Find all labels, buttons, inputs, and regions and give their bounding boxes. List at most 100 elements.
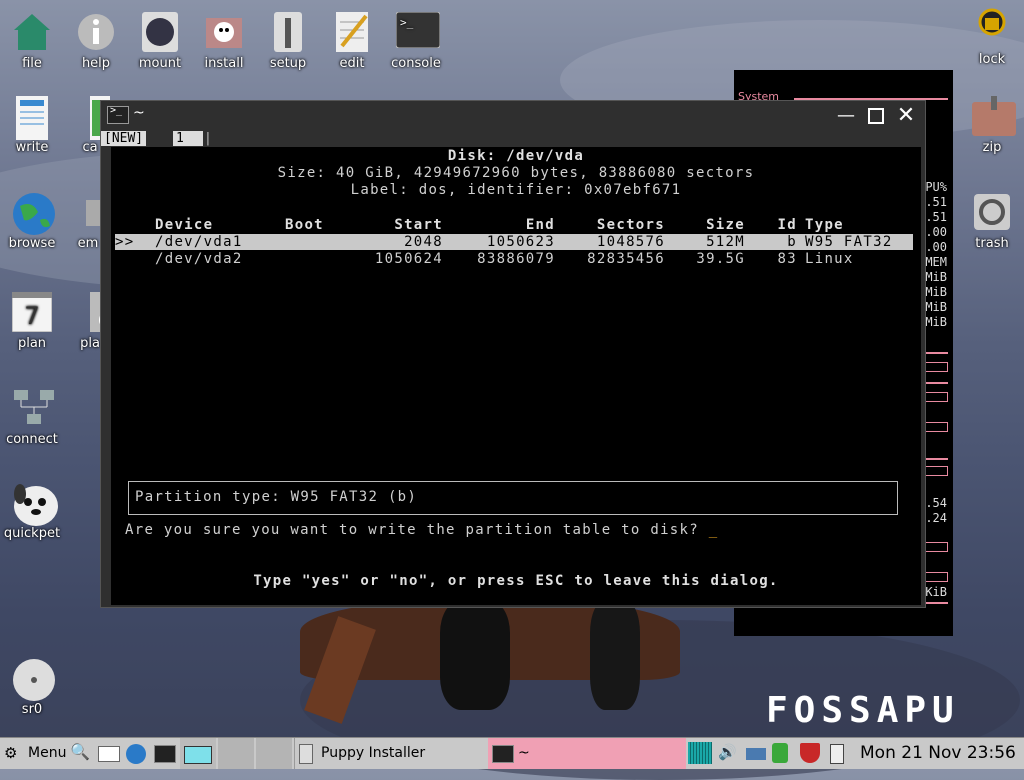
clock-text: Mon 21 Nov 23:56 [860, 743, 1016, 763]
terminal-screen[interactable]: Disk: /dev/vda Size: 40 GiB, 42949672960… [111, 147, 921, 605]
menu-icon: ⚙ [4, 744, 18, 762]
column-device: Device [155, 217, 214, 233]
terminal-launch-icon[interactable] [154, 738, 176, 769]
window-title: ~ [133, 105, 145, 121]
icon-label: em [77, 236, 99, 251]
terminal-window[interactable]: >_ ~ — ✕ [NEW] | 1 | Disk: /dev/vda Size… [100, 100, 926, 608]
monitor-line [924, 352, 948, 354]
column-size: Size [706, 217, 745, 233]
partition-size: 512M [706, 234, 745, 250]
desktop-icon-help[interactable]: help [64, 12, 128, 71]
desktop-icon-trash[interactable]: trash [960, 192, 1024, 251]
network-icon[interactable] [746, 738, 770, 769]
prompt-text: Are you sure you want to write the parti… [125, 522, 709, 538]
write-confirmation-prompt[interactable]: Are you sure you want to write the parti… [125, 522, 718, 539]
desktop-icon-edit[interactable]: edit [320, 12, 384, 71]
taskbar-item-installer[interactable]: Puppy Installer [294, 738, 487, 769]
monitor-value: PU% [925, 180, 947, 194]
tab-1[interactable]: 1 [173, 131, 203, 146]
menu-button[interactable]: ⚙ Menu [0, 738, 66, 769]
search-icon[interactable]: 🔍 [70, 738, 92, 769]
desktop-icon-zip[interactable]: zip [960, 96, 1024, 155]
partition-start: 1050624 [374, 251, 443, 267]
desktop-icon-browse[interactable]: browse [0, 192, 64, 251]
icon-label: browse [8, 236, 56, 251]
taskbar: ⚙ Menu 🔍 Puppy Installer ~ 🔊 Mon 21 Nov … [0, 737, 1024, 769]
clipboard-icon[interactable] [830, 738, 850, 769]
desktop-icon-mount[interactable]: mount [128, 12, 192, 71]
partition-device: /dev/vda2 [155, 251, 243, 267]
desktop-icon-install[interactable]: install [192, 12, 256, 71]
volume-icon[interactable]: 🔊 [718, 738, 742, 769]
partition-id: b [787, 234, 797, 250]
partition-type-box: Partition type: W95 FAT32 (b) [128, 481, 898, 515]
desktop-icon-setup[interactable]: setup [256, 12, 320, 71]
notepad-icon [332, 12, 372, 52]
partition-sectors: 82835456 [587, 251, 665, 267]
partition-row[interactable]: /dev/vda2 1050624 83886079 82835456 39.5… [115, 251, 913, 267]
desktop-icon-plan[interactable]: 7 plan [0, 291, 64, 351]
taskbar-item-label: Puppy Installer [321, 745, 426, 761]
brand-watermark: FOSSAPU [766, 690, 960, 731]
workspace-1[interactable] [180, 738, 216, 769]
column-sectors: Sectors [596, 217, 665, 233]
taskbar-item-terminal[interactable]: ~ [488, 738, 686, 769]
svg-text:7: 7 [24, 302, 39, 330]
document-icon [12, 96, 52, 140]
info-icon [76, 12, 116, 52]
icon-label: zip [982, 140, 1002, 155]
partition-type: Linux [805, 251, 854, 267]
partition-row[interactable]: >> /dev/vda1 2048 1050623 1048576 512M b… [115, 234, 913, 250]
icon-label: edit [339, 56, 365, 71]
desktop-icon-quickpet[interactable]: quickpet [0, 482, 64, 541]
minimize-button[interactable]: — [835, 105, 857, 127]
firewall-icon[interactable] [800, 738, 826, 769]
workspace-3[interactable] [256, 738, 292, 769]
puppy-box-icon [204, 12, 244, 52]
cpu-graph-icon[interactable] [688, 738, 714, 769]
browser-icon[interactable] [126, 738, 148, 769]
disk-label: Label: dos, identifier: 0x07ebf671 [350, 182, 682, 198]
trash-icon [972, 192, 1012, 232]
calendar-icon: 7 [11, 291, 53, 333]
desktop-icon-file[interactable]: file [0, 12, 64, 71]
close-button[interactable]: ✕ [895, 105, 917, 127]
clock[interactable]: Mon 21 Nov 23:56 [858, 738, 1024, 769]
svg-text:>_: >_ [400, 16, 414, 29]
disk-size: Size: 40 GiB, 42949672960 bytes, 8388608… [277, 165, 755, 181]
column-boot: Boot [285, 217, 324, 233]
icon-label: pla [80, 336, 100, 351]
partition-id: 83 [777, 251, 797, 267]
file-manager-icon[interactable] [98, 738, 120, 769]
desktop-icon-sr0[interactable]: sr0 [0, 658, 64, 717]
globe-icon [12, 192, 55, 235]
tab-bar: [NEW] | 1 | [101, 131, 925, 147]
desktop-icon-lock[interactable]: lock [960, 8, 1024, 67]
icon-label: console [391, 56, 441, 71]
monitor-line [924, 382, 948, 384]
icon-label: file [22, 56, 42, 71]
window-titlebar[interactable]: >_ ~ — ✕ [101, 101, 925, 131]
monitor-line [924, 458, 948, 460]
monitor-bar [924, 466, 948, 476]
icon-label: connect [6, 432, 58, 447]
desktop-icon-connect[interactable]: connect [0, 388, 64, 447]
storage-icon[interactable] [772, 738, 796, 769]
icon-label: ca [82, 140, 98, 155]
partition-end: 1050623 [486, 234, 555, 250]
icon-label: plan [17, 336, 47, 351]
drive-icon [140, 12, 180, 52]
archive-icon [972, 96, 1016, 136]
disk-title: Disk: /dev/vda [447, 148, 585, 164]
desktop-icon-console[interactable]: >_ console [384, 11, 448, 71]
tab-new[interactable]: [NEW] [101, 131, 147, 146]
network-icon [12, 388, 54, 428]
icon-label: help [81, 56, 111, 71]
monitor-value: KiB [925, 585, 947, 599]
icon-label: mount [138, 56, 182, 71]
desktop-icon-write[interactable]: write [0, 96, 64, 155]
maximize-button[interactable] [865, 105, 887, 127]
workspace-2[interactable] [218, 738, 254, 769]
monitor-value: .54 [925, 496, 947, 510]
tab-separator: | [204, 131, 212, 146]
